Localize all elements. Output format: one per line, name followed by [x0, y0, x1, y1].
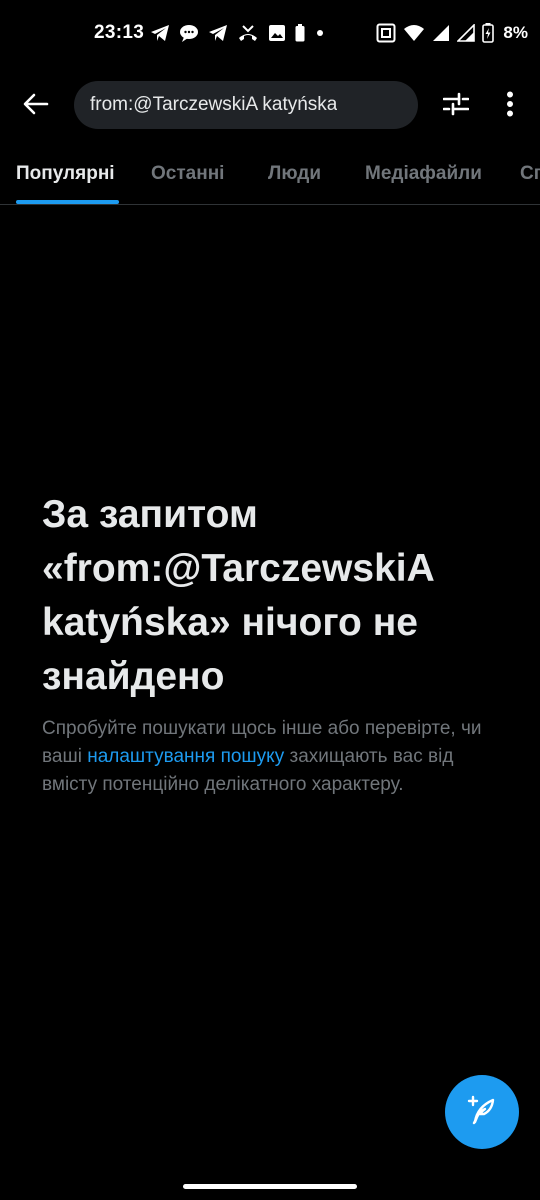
battery-percent: 8%: [503, 23, 528, 42]
battery-charging-icon: [482, 23, 495, 43]
tab-popular[interactable]: Популярні: [16, 148, 115, 204]
empty-state-message: Спробуйте пошукати щось інше або перевір…: [42, 715, 512, 799]
tab-lists[interactable]: Сп: [520, 148, 540, 204]
more-vertical-icon: [506, 91, 514, 122]
dot-icon: [314, 24, 326, 42]
gesture-navigation-bar[interactable]: [183, 1184, 357, 1189]
sliders-icon: [442, 92, 470, 121]
signal-icon: [432, 24, 450, 42]
search-filter-button[interactable]: [434, 84, 478, 128]
search-header: from:@TarczewskiA katyńska: [0, 78, 540, 134]
compose-feather-icon: [465, 1093, 499, 1132]
tab-media[interactable]: Медіафайли: [365, 148, 482, 204]
tab-latest[interactable]: Останні: [151, 148, 224, 204]
back-button[interactable]: [14, 84, 58, 128]
signal-icon: [457, 24, 476, 42]
search-input[interactable]: from:@TarczewskiA katyńska: [74, 81, 418, 129]
chat-bubble-icon: [179, 24, 199, 42]
active-tab-indicator: [16, 200, 119, 204]
search-tabs: Популярні Останні Люди Медіафайли Сп: [0, 148, 540, 205]
status-bar: 23:13 8%: [0, 0, 540, 68]
empty-state-title: За запитом «from:@TarczewskiA katyńska» …: [42, 493, 434, 698]
battery-saver-icon: [295, 24, 305, 42]
notification-icons: [150, 22, 326, 44]
wifi-icon: [403, 24, 425, 42]
more-options-button[interactable]: [490, 84, 530, 128]
arrow-left-icon: [23, 92, 49, 121]
missed-call-icon: [237, 24, 259, 42]
status-time: 23:13: [94, 22, 145, 43]
nfc-icon: [376, 23, 396, 43]
compose-button[interactable]: [445, 1075, 519, 1149]
gallery-icon: [268, 24, 286, 42]
telegram-icon: [208, 24, 228, 42]
system-icons: 8%: [376, 22, 528, 44]
telegram-icon: [150, 24, 170, 42]
tab-people[interactable]: Люди: [268, 148, 321, 204]
search-query-text: from:@TarczewskiA katyńska: [90, 94, 338, 115]
search-settings-link[interactable]: налаштування пошуку: [87, 746, 284, 767]
